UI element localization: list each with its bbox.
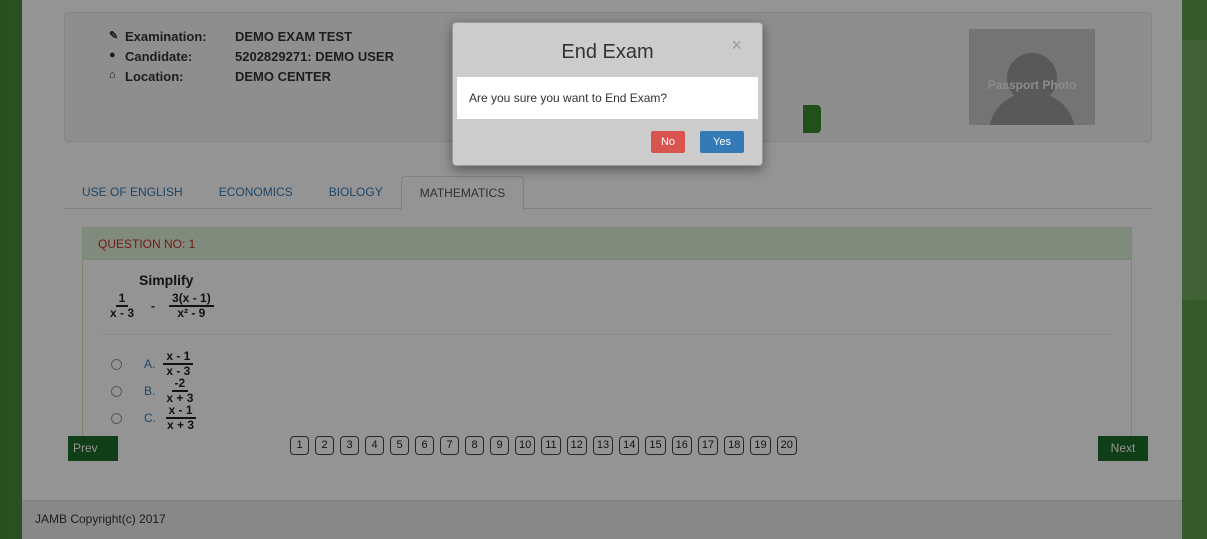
dialog-message: Are you sure you want to End Exam? — [457, 77, 758, 119]
close-icon[interactable]: × — [731, 35, 742, 56]
yes-button[interactable]: Yes — [700, 131, 744, 153]
no-button[interactable]: No — [651, 131, 685, 153]
dialog-title: End Exam — [561, 41, 654, 63]
end-exam-dialog: End Exam × Are you sure you want to End … — [452, 22, 763, 166]
